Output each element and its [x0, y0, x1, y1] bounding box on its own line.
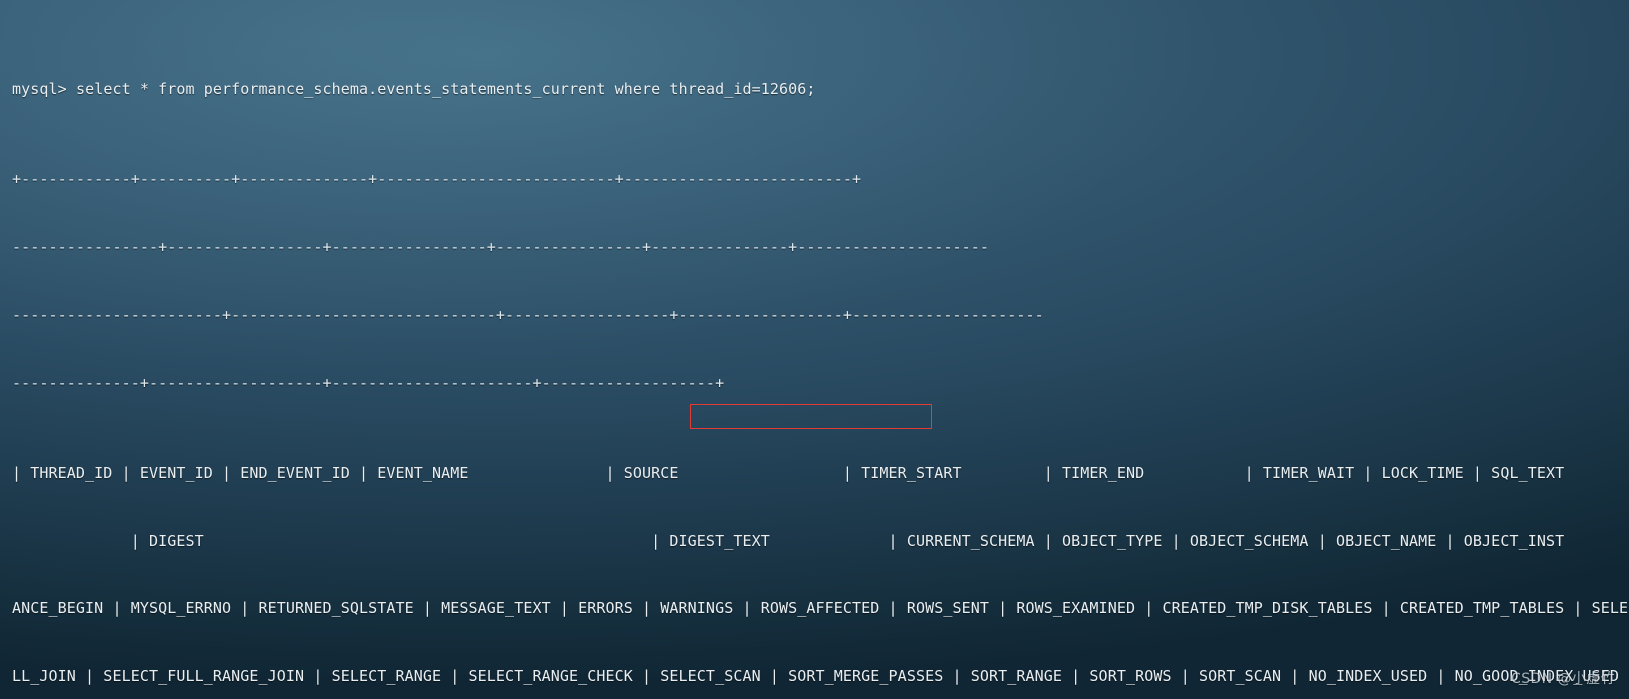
- table-separator-top-3: -----------------------+----------------…: [12, 305, 1044, 324]
- table-separator-top-2: ----------------+-----------------+-----…: [12, 237, 989, 256]
- terminal-screen: mysql> select * from performance_schema.…: [0, 0, 1629, 699]
- command-line: mysql> select * from performance_schema.…: [12, 78, 1629, 101]
- shell-prompt: mysql>: [12, 79, 67, 98]
- csdn-watermark: CSDN @小虚竹: [1511, 671, 1615, 688]
- table-header-row-2: | DIGEST | DIGEST_TEXT | CURRENT_SCHEMA …: [12, 531, 1565, 550]
- terminal-window: mysql> select * from performance_schema.…: [0, 0, 1629, 699]
- table-header-row-3: ANCE_BEGIN | MYSQL_ERRNO | RETURNED_SQLS…: [12, 599, 1629, 618]
- sql-command-text: select * from performance_schema.events_…: [75, 79, 816, 98]
- table-separator-top-1: +------------+----------+--------------+…: [12, 170, 862, 189]
- table-header-row-1: | THREAD_ID | EVENT_ID | END_EVENT_ID | …: [12, 463, 1565, 482]
- table-header-row-4: LL_JOIN | SELECT_FULL_RANGE_JOIN | SELEC…: [12, 667, 1629, 686]
- table-separator-top-4: --------------+-------------------+-----…: [12, 373, 725, 392]
